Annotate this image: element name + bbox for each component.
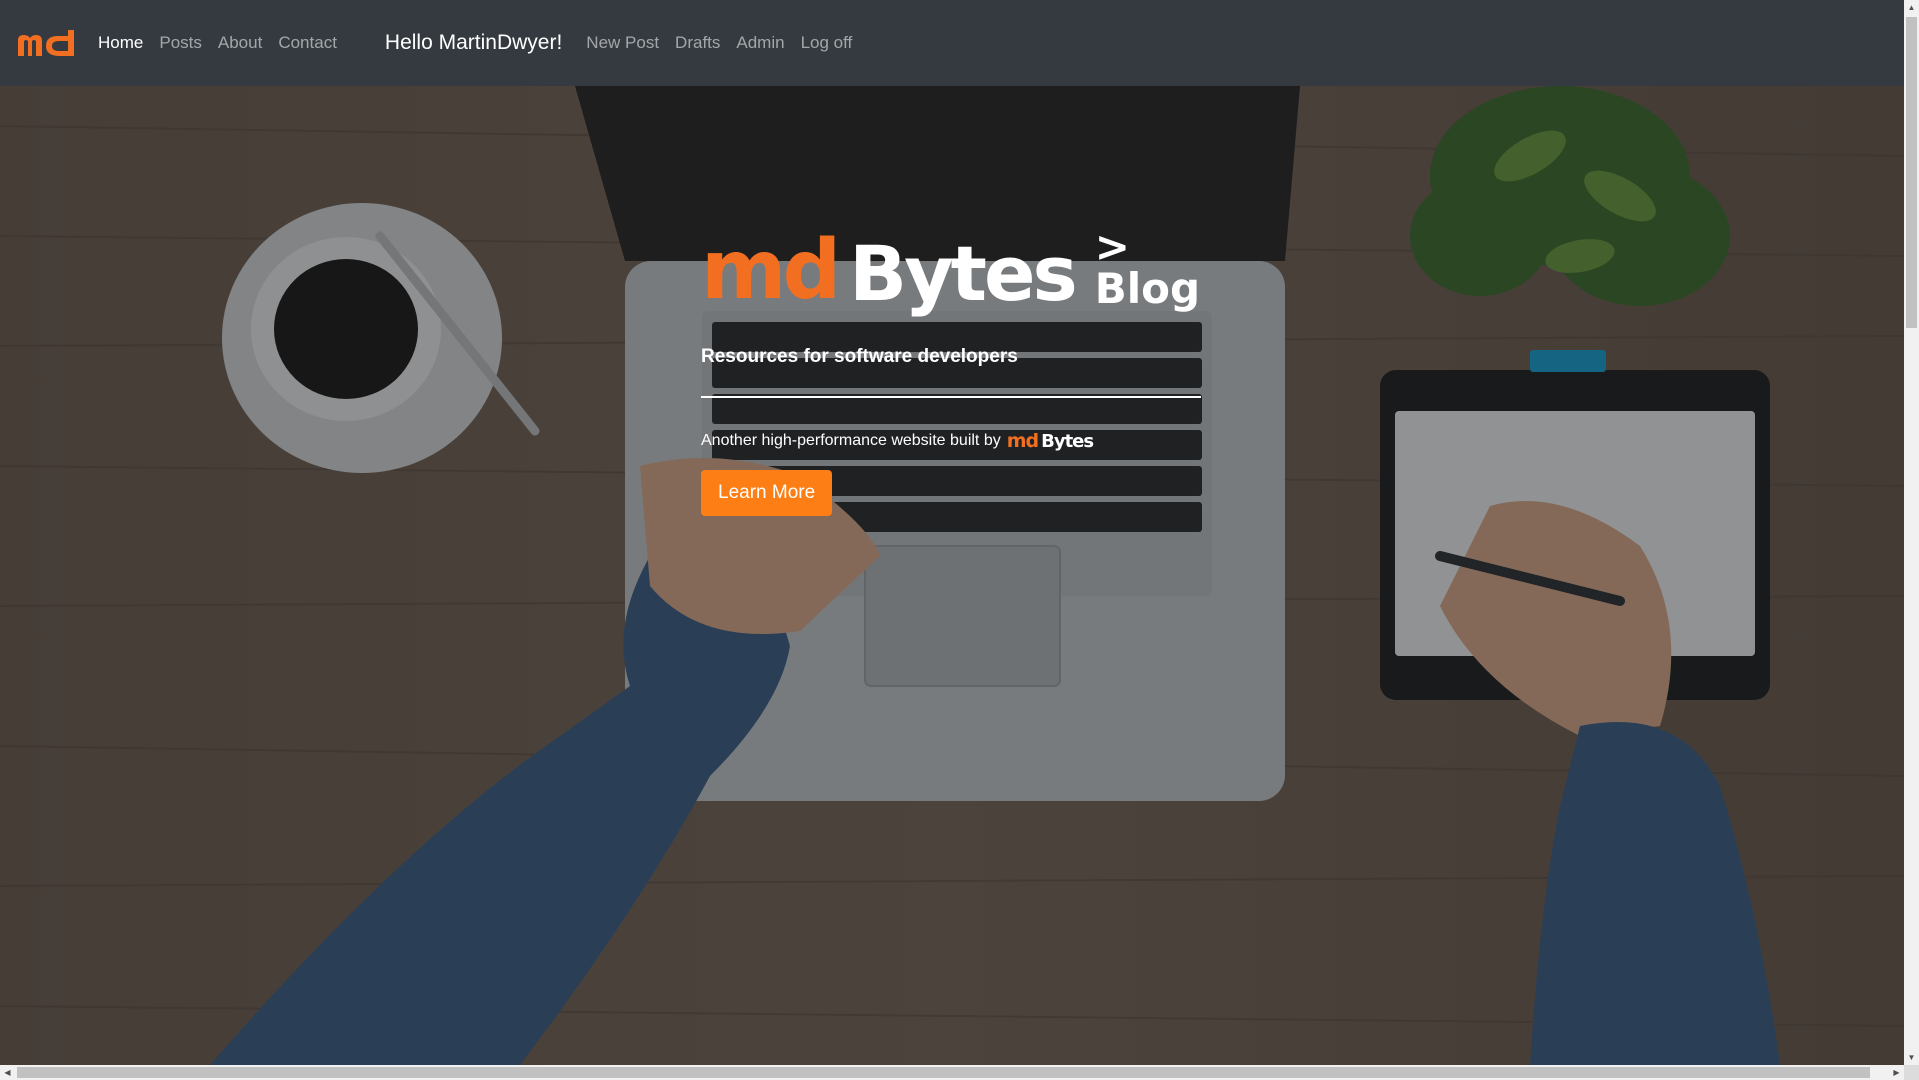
hero-content: md Bytes > Blog Resources for software d…: [701, 222, 1221, 516]
hero-divider: [701, 396, 1201, 398]
built-by-logo-bytes: Bytes: [1041, 430, 1094, 452]
user-greeting: Hello MartinDwyer!: [384, 31, 563, 54]
nav-about-link[interactable]: About: [218, 33, 262, 53]
scroll-left-arrow-icon[interactable]: ◀: [0, 1065, 15, 1080]
scrollbar-corner: [1904, 1065, 1919, 1080]
built-by-text: Another high-performance website built b…: [701, 432, 1001, 449]
vertical-scrollbar[interactable]: ▲ ▼: [1904, 0, 1919, 1065]
nav-admin-link[interactable]: Admin: [736, 33, 784, 53]
nav-posts-link[interactable]: Posts: [159, 33, 202, 53]
built-by-line: Another high-performance website built b…: [701, 430, 1221, 452]
nav-contact-link[interactable]: Contact: [278, 33, 337, 53]
hero-section: md Bytes > Blog Resources for software d…: [0, 86, 1904, 1065]
nav-home-link[interactable]: Home: [98, 33, 143, 53]
browser-viewport: Home Posts About Contact Hello MartinDwy…: [0, 0, 1904, 1065]
hero-logo: md Bytes > Blog: [701, 222, 1221, 312]
hero-logo-bytes: Bytes: [849, 229, 1078, 318]
nav-log-off-link[interactable]: Log off: [801, 33, 853, 53]
md-logo-icon: [18, 30, 74, 56]
vertical-scroll-thumb[interactable]: [1906, 17, 1917, 328]
scroll-right-arrow-icon[interactable]: ▶: [1889, 1065, 1904, 1080]
nav-new-post-link[interactable]: New Post: [586, 33, 659, 53]
scroll-up-arrow-icon[interactable]: ▲: [1904, 0, 1919, 15]
scroll-down-arrow-icon[interactable]: ▼: [1904, 1050, 1919, 1065]
nav-drafts-link[interactable]: Drafts: [675, 33, 720, 53]
brand-logo[interactable]: [16, 28, 76, 58]
built-by-logo-md: md: [1006, 430, 1039, 452]
top-navbar: Home Posts About Contact Hello MartinDwy…: [0, 0, 1904, 86]
horizontal-scroll-thumb[interactable]: [17, 1067, 1870, 1078]
hero-subtitle: Resources for software developers: [701, 346, 1018, 367]
learn-more-button[interactable]: Learn More: [701, 470, 833, 516]
hero-logo-md: md: [701, 223, 841, 318]
horizontal-scrollbar[interactable]: ◀ ▶: [0, 1065, 1904, 1080]
hero-logo-blog: > Blog: [1094, 222, 1201, 313]
